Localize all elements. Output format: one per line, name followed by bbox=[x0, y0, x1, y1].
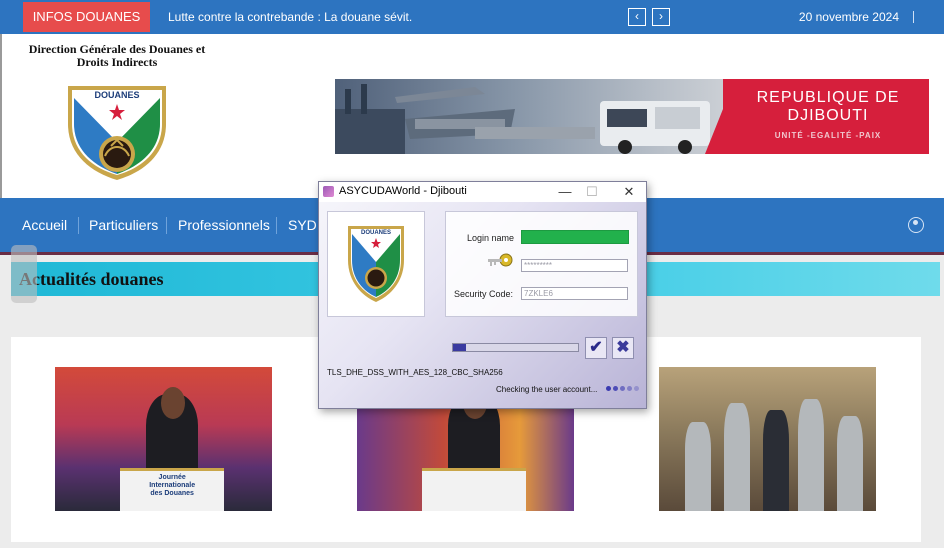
officer-figure bbox=[797, 398, 824, 511]
ticker-next-button[interactable]: › bbox=[652, 8, 670, 26]
dialog-logo-box: DOUANES bbox=[327, 211, 425, 317]
login-name-field[interactable] bbox=[521, 230, 629, 244]
site-header: Direction Générale des Douanes et Droits… bbox=[0, 34, 944, 198]
login-name-label: Login name bbox=[467, 233, 515, 243]
nav-item-accueil[interactable]: Accueil bbox=[22, 217, 67, 233]
dialog-title: ASYCUDAWorld - Djibouti bbox=[339, 185, 467, 197]
date-separator bbox=[913, 11, 914, 23]
ticker-prev-button[interactable]: ‹ bbox=[628, 8, 646, 26]
nav-separator bbox=[166, 217, 167, 234]
svg-text:DOUANES: DOUANES bbox=[361, 230, 391, 236]
info-bar: INFOS DOUANES Lutte contre la contreband… bbox=[0, 0, 944, 34]
progress-fill bbox=[453, 344, 466, 351]
republic-banner: REPUBLIQUE DE DJIBOUTI UNITÉ -EGALITÉ -P… bbox=[335, 79, 929, 154]
org-title-line2: Droits Indirects bbox=[76, 55, 158, 69]
news-photo-1[interactable]: Journée Internationale des Douanes bbox=[55, 367, 272, 511]
podium: Journée Internationale des Douanes bbox=[120, 467, 225, 511]
user-account-icon[interactable] bbox=[908, 217, 924, 233]
speaker-head bbox=[161, 387, 186, 419]
loading-dots-icon bbox=[606, 385, 642, 393]
tls-cipher-text: TLS_DHE_DSS_WITH_AES_128_CBC_SHA256 bbox=[327, 368, 503, 377]
officer-figure bbox=[724, 403, 751, 511]
password-field[interactable]: ********* bbox=[521, 259, 628, 272]
security-code-field[interactable]: 7ZKLE6 bbox=[521, 287, 628, 300]
banner-motto: UNITÉ -EGALITÉ -PAIX bbox=[774, 131, 882, 140]
banner-cargo-illustration bbox=[335, 84, 710, 154]
status-text: Checking the user account... bbox=[496, 385, 598, 394]
officer-figure bbox=[836, 415, 863, 511]
login-progress-bar bbox=[452, 343, 579, 352]
maximize-button[interactable]: ☐ bbox=[578, 183, 606, 201]
banner-title: REPUBLIQUE DE DJIBOUTI bbox=[756, 89, 900, 124]
infos-badge: INFOS DOUANES bbox=[23, 2, 150, 32]
asycuda-login-dialog: ASYCUDAWorld - Djibouti — ☐ ✕ DOUANES Lo… bbox=[318, 181, 647, 409]
nav-item-particuliers[interactable]: Particuliers bbox=[89, 217, 158, 233]
cancel-x-button[interactable]: ✖ bbox=[612, 337, 634, 359]
douanes-logo[interactable]: DOUANES bbox=[64, 84, 170, 182]
nav-separator bbox=[78, 217, 79, 234]
podium-line2: Internationale bbox=[149, 481, 196, 489]
news-ticker[interactable]: Lutte contre la contrebande : La douane … bbox=[168, 0, 412, 34]
svg-text:DOUANES: DOUANES bbox=[94, 90, 139, 100]
scroll-handle[interactable] bbox=[11, 245, 37, 303]
asycuda-app-icon bbox=[323, 186, 334, 197]
podium-text: Journée Internationale des Douanes bbox=[120, 474, 224, 498]
close-button[interactable]: ✕ bbox=[615, 183, 643, 201]
official-figure bbox=[763, 410, 790, 511]
nav-item-syd[interactable]: SYD bbox=[288, 217, 317, 233]
minimize-button[interactable]: — bbox=[551, 183, 579, 201]
ok-checkmark-button[interactable]: ✔ bbox=[585, 337, 607, 359]
douanes-emblem-icon: DOUANES bbox=[348, 226, 404, 302]
douanes-emblem-icon: DOUANES bbox=[68, 86, 166, 180]
nav-separator bbox=[276, 217, 277, 234]
organization-title: Direction Générale des Douanes et Droits… bbox=[24, 43, 210, 69]
key-icon bbox=[488, 253, 513, 267]
officer-figure bbox=[685, 421, 712, 511]
dialog-titlebar[interactable]: ASYCUDAWorld - Djibouti — ☐ ✕ bbox=[319, 182, 646, 202]
security-code-label: Security Code: bbox=[454, 289, 514, 299]
podium-line1: Journée bbox=[158, 473, 186, 481]
login-form: Login name ********* Security Code: 7ZKL… bbox=[445, 211, 638, 317]
news-photo-3[interactable] bbox=[659, 367, 876, 511]
news-heading: Actualités douanes bbox=[19, 269, 164, 289]
nav-item-professionnels[interactable]: Professionnels bbox=[178, 217, 270, 233]
podium-line3: des Douanes bbox=[150, 489, 194, 497]
current-date: 20 novembre 2024 bbox=[798, 10, 899, 24]
podium bbox=[422, 467, 527, 511]
